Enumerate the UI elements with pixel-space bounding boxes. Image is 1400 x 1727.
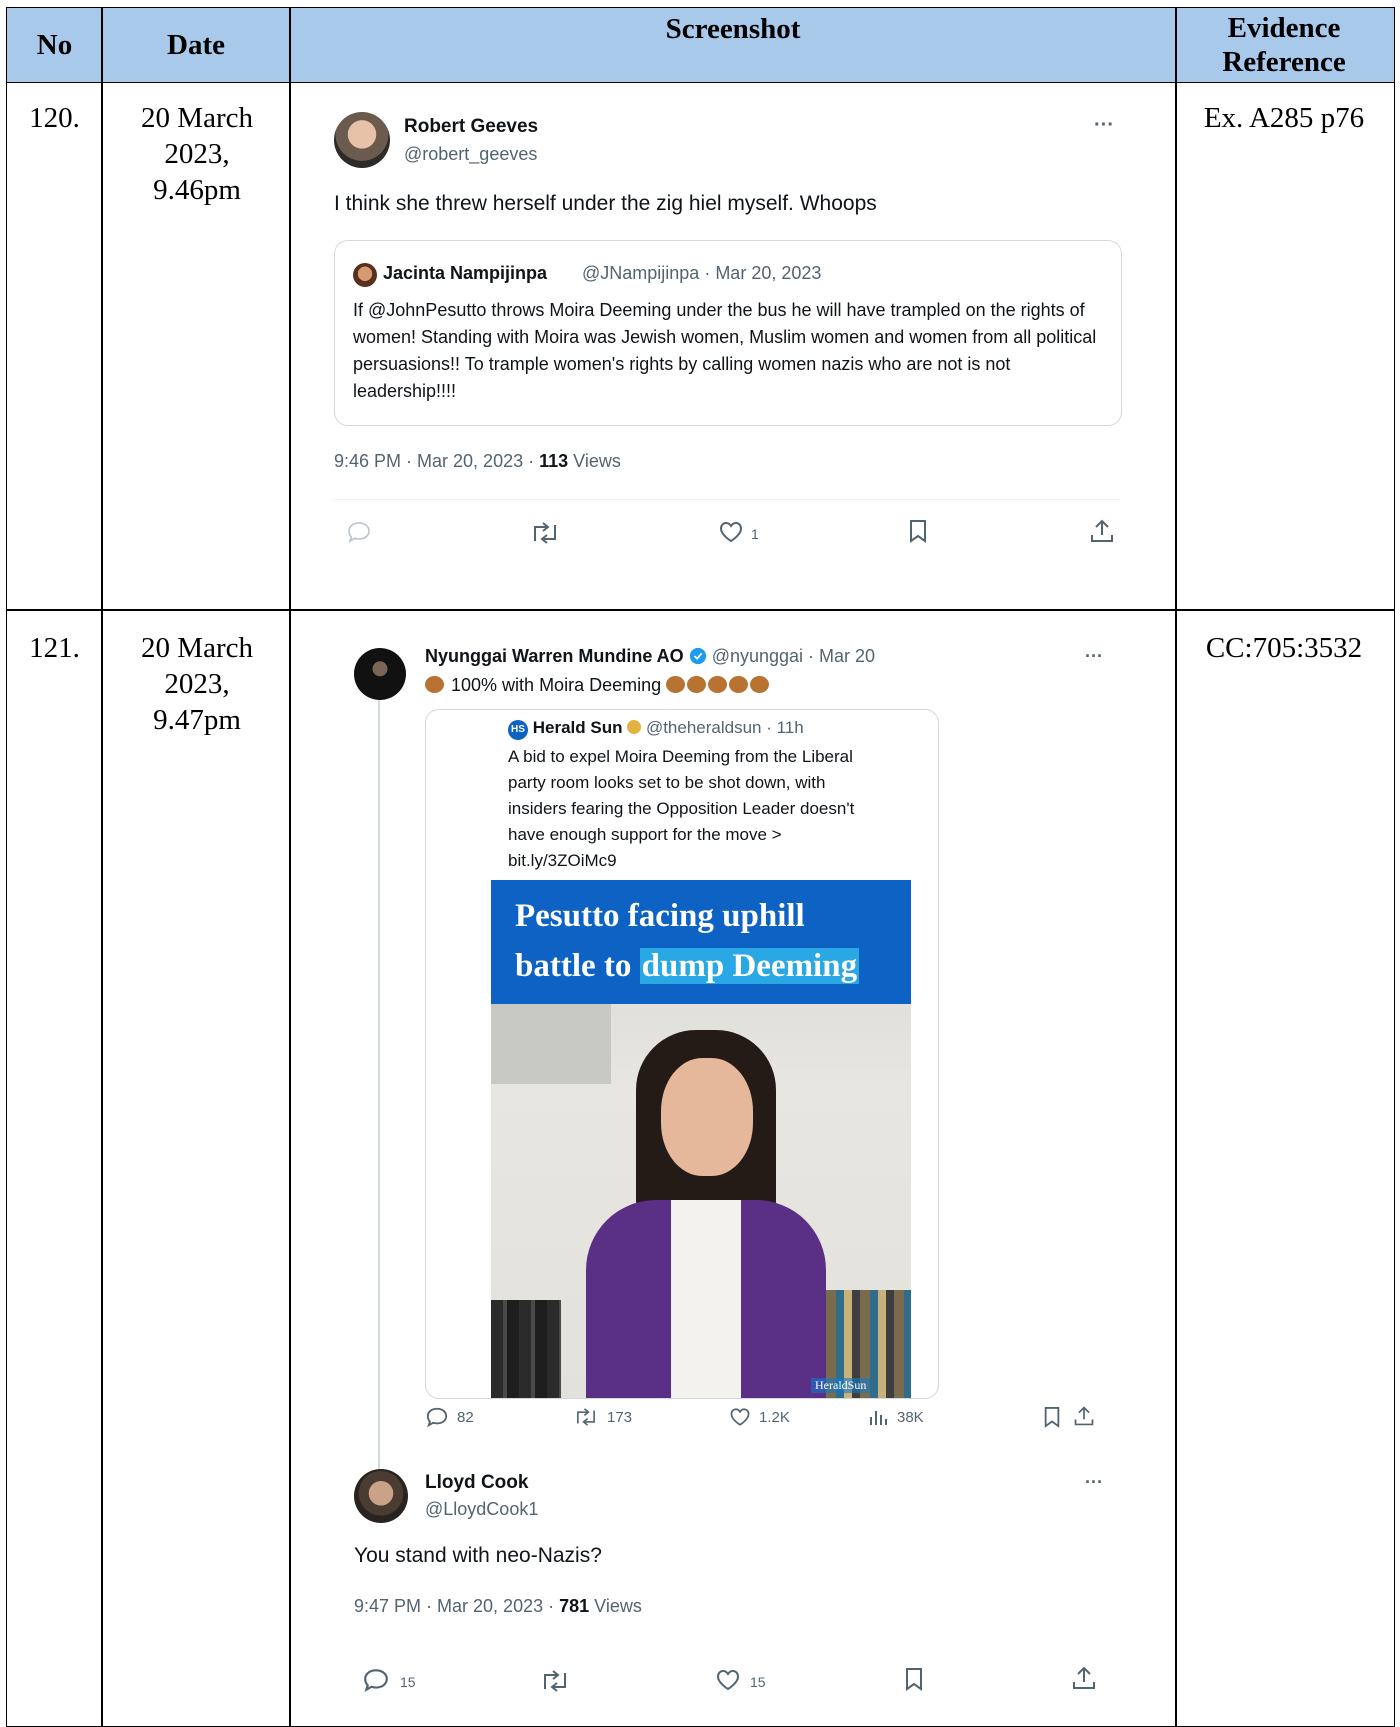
clap-emoji-icon	[425, 676, 444, 693]
like-icon[interactable]	[717, 520, 745, 544]
reply-author[interactable]: Lloyd Cook	[425, 1472, 528, 1494]
like-count: 1	[751, 526, 759, 542]
clap-emoji-icon	[687, 676, 707, 693]
bookmark-icon[interactable]	[903, 1666, 925, 1692]
quote-handle: @theheraldsun · 11h	[645, 718, 804, 737]
headline-part: battle to	[515, 948, 640, 984]
like-icon[interactable]	[728, 1406, 752, 1428]
reply-meta: 9:47 PM · Mar 20, 2023 · 781 Views	[354, 1596, 642, 1617]
author-handle[interactable]: @robert_geeves	[404, 144, 537, 165]
quote-header: HS Herald Sun @theheraldsun · 11h	[508, 718, 804, 740]
clap-emoji-icon	[729, 676, 749, 693]
retweet-count: 173	[607, 1409, 633, 1426]
headline-highlight: dump Deeming	[639, 948, 860, 984]
row-120-date: 20 March 2023, 9.46pm	[141, 102, 253, 206]
views-count: 113	[539, 451, 569, 471]
divider	[334, 499, 1120, 500]
tweet-meta: 9:46 PM · Mar 20, 2023 · 113 Views	[334, 451, 621, 472]
clap-emoji-icon	[708, 676, 728, 693]
photo-wall	[491, 1004, 611, 1084]
parent-header: Nyunggai Warren Mundine AO @nyunggai · M…	[425, 646, 875, 667]
reply-icon[interactable]	[362, 1667, 390, 1693]
header-date: Date	[167, 29, 225, 61]
headline-line-1: Pesutto facing uphill	[515, 898, 805, 934]
quoted-tweet[interactable]: HS Herald Sun @theheraldsun · 11h A bid …	[425, 709, 939, 1399]
reply-icon[interactable]	[346, 520, 372, 544]
retweet-icon[interactable]	[573, 1407, 599, 1427]
retweet-icon[interactable]	[529, 521, 561, 545]
author-name[interactable]: Nyunggai Warren Mundine AO	[425, 646, 684, 666]
header-no: No	[36, 29, 73, 61]
row-121-number: 121.	[29, 632, 80, 664]
parent-text: 100% with Moira Deeming	[451, 675, 662, 695]
share-icon[interactable]	[1073, 1404, 1095, 1428]
headline-box: Pesutto facing uphill battle to dump Dee…	[491, 880, 911, 1004]
column-divider	[1175, 8, 1177, 1726]
thread-line	[378, 700, 380, 1470]
share-icon[interactable]	[1071, 1664, 1097, 1692]
header-evidence: Evidence Reference	[1222, 12, 1346, 78]
row-divider	[7, 609, 1394, 611]
reply-handle[interactable]: @LloydCook1	[425, 1499, 538, 1520]
like-count: 1.2K	[759, 1409, 790, 1426]
more-icon[interactable]: ···	[1094, 114, 1114, 137]
avatar[interactable]	[334, 112, 390, 168]
more-icon[interactable]: ···	[1085, 1472, 1103, 1493]
photo-books-left	[491, 1300, 561, 1398]
bookmark-icon[interactable]	[907, 518, 929, 544]
like-count: 15	[750, 1674, 766, 1690]
quote-handle: @JNampijinpa · Mar 20, 2023	[582, 263, 822, 283]
author-handle[interactable]: @nyunggai · Mar 20	[712, 646, 875, 666]
avatar[interactable]	[354, 648, 406, 700]
reply-timestamp[interactable]: 9:47 PM · Mar 20, 2023 ·	[354, 1596, 559, 1616]
quote-author: Herald Sun	[532, 718, 623, 737]
reply-count: 82	[457, 1409, 474, 1426]
tweet-timestamp[interactable]: 9:46 PM · Mar 20, 2023 ·	[334, 451, 539, 471]
reply-icon[interactable]	[425, 1406, 449, 1428]
views-label: Views	[568, 451, 621, 471]
author-name[interactable]: Robert Geeves	[404, 116, 538, 138]
quote-text: If @JohnPesutto throws Moira Deeming und…	[353, 300, 1097, 401]
tweet-screenshot-120: Robert Geeves @robert_geeves ··· I think…	[334, 108, 1124, 568]
gold-badge-icon	[627, 720, 642, 734]
verified-icon	[689, 647, 706, 665]
photo-shirt	[671, 1200, 741, 1398]
header-screenshot: Screenshot	[665, 13, 801, 45]
row-121-evidence: CC:705:3532	[1205, 632, 1363, 664]
tweet-screenshot-121: Nyunggai Warren Mundine AO @nyunggai · M…	[352, 640, 1142, 1720]
row-121-date: 20 March 2023, 9.47pm	[141, 632, 253, 736]
row-120-evidence: Ex. A285 p76	[1203, 102, 1365, 134]
avatar[interactable]	[354, 1469, 408, 1523]
clap-emoji-icon	[750, 676, 770, 693]
reply-count: 15	[400, 1674, 416, 1690]
column-divider	[289, 8, 291, 1726]
quote-text: A bid to expel Moira Deeming from the Li…	[508, 747, 855, 870]
headline-line-2: battle to dump Deeming	[515, 948, 860, 985]
parent-text-line: 100% with Moira Deeming	[425, 675, 771, 696]
quoted-tweet[interactable]: Jacinta Nampijinpa @JNampijinpa · Mar 20…	[334, 240, 1122, 426]
like-icon[interactable]	[714, 1668, 742, 1692]
retweet-icon[interactable]	[539, 1669, 571, 1693]
article-image[interactable]: Pesutto facing uphill battle to dump Dee…	[491, 880, 911, 1398]
reply-text: You stand with neo-Nazis?	[354, 1544, 602, 1567]
views-count: 38K	[897, 1409, 924, 1426]
more-icon[interactable]: ···	[1085, 646, 1103, 667]
row-120-number: 120.	[29, 102, 80, 134]
views-label: Views	[589, 1596, 642, 1616]
share-icon[interactable]	[1089, 517, 1115, 545]
bookmark-icon[interactable]	[1042, 1405, 1062, 1429]
quote-author: Jacinta Nampijinpa	[383, 263, 548, 283]
photo-face	[661, 1058, 753, 1176]
clap-emoji-icon	[666, 676, 686, 693]
watermark: HeraldSun	[811, 1378, 871, 1393]
column-divider	[101, 8, 103, 1726]
views-count: 781	[559, 1596, 590, 1616]
parent-stats: 82 173 1.2K 38K	[425, 1404, 1135, 1434]
views-chart-icon[interactable]	[868, 1407, 890, 1427]
avatar	[353, 263, 377, 287]
tweet-text: I think she threw herself under the zig …	[334, 192, 877, 215]
herald-sun-logo-icon: HS	[508, 720, 528, 740]
